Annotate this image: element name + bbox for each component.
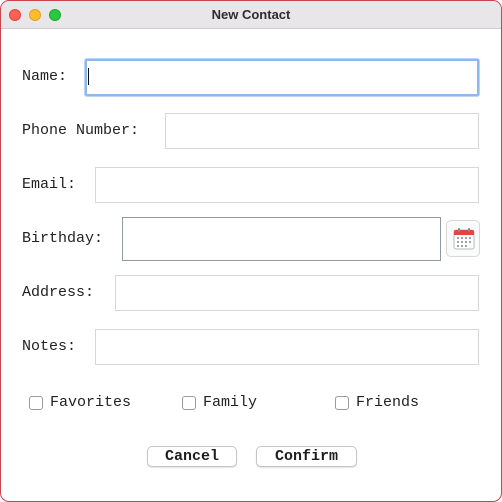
title-bar: New Contact — [1, 1, 501, 29]
new-contact-window: New Contact Name: Phone Number: Email: B… — [0, 0, 502, 502]
checkbox-box[interactable] — [29, 395, 43, 410]
friends-checkbox[interactable]: Friends — [335, 394, 419, 411]
birthday-label: Birthday: — [22, 230, 104, 247]
email-field[interactable] — [95, 167, 479, 203]
name-label: Name: — [22, 68, 68, 85]
address-field[interactable] — [115, 275, 479, 311]
family-checkbox[interactable]: Family — [182, 394, 257, 411]
calendar-icon — [453, 228, 475, 250]
checkbox-label: Friends — [356, 394, 420, 411]
checkbox-label: Family — [203, 394, 258, 411]
phone-number-label: Phone Number: — [22, 122, 140, 139]
name-field[interactable] — [85, 59, 479, 96]
notes-field[interactable] — [95, 329, 479, 365]
email-label: Email: — [22, 176, 77, 193]
text-cursor — [88, 68, 89, 85]
phone-number-field[interactable] — [165, 113, 479, 149]
date-picker-button[interactable] — [446, 220, 480, 257]
confirm-button[interactable]: Confirm — [256, 446, 357, 467]
favorites-checkbox[interactable]: Favorites — [29, 394, 131, 411]
window-title: New Contact — [211, 7, 291, 22]
address-label: Address: — [22, 284, 95, 301]
checkbox-box[interactable] — [335, 395, 349, 410]
cancel-button[interactable]: Cancel — [147, 446, 237, 467]
checkbox-box[interactable] — [182, 395, 196, 410]
notes-label: Notes: — [22, 338, 77, 355]
birthday-field[interactable] — [122, 217, 441, 261]
checkbox-label: Favorites — [50, 394, 132, 411]
